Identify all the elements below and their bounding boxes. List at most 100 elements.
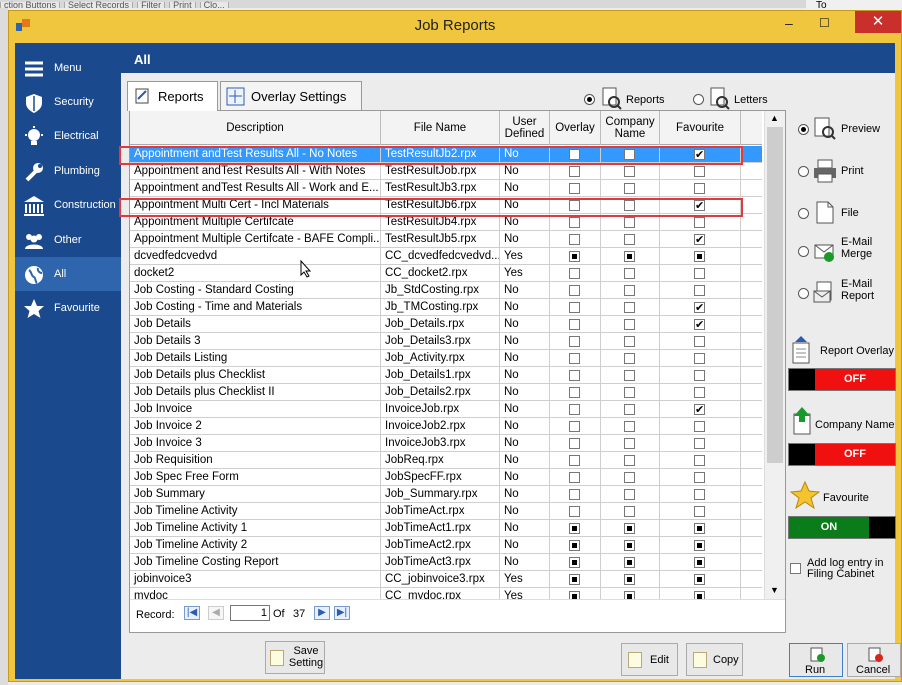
company-name-checkbox[interactable] [624, 268, 635, 279]
overlay-checkbox[interactable] [569, 200, 580, 211]
reports-radio[interactable] [584, 94, 595, 105]
table-row[interactable]: dcvedfedcvedvd CC_dcvedfedcvedvd... Yes [130, 248, 762, 265]
edit-button[interactable]: Edit [621, 643, 678, 676]
column-header-description[interactable]: Description [130, 111, 381, 145]
sidebar-item-electrical[interactable]: Electrical [15, 119, 121, 153]
company-name-checkbox[interactable] [624, 404, 635, 415]
table-row[interactable]: Appointment andTest Results All - Work a… [130, 180, 762, 197]
overlay-checkbox[interactable] [569, 404, 580, 415]
overlay-checkbox[interactable] [569, 523, 580, 534]
overlay-checkbox[interactable] [569, 540, 580, 551]
run-button[interactable]: Run [789, 643, 843, 677]
company-name-checkbox[interactable] [624, 302, 635, 313]
company-name-checkbox[interactable] [624, 472, 635, 483]
overlay-checkbox[interactable] [569, 183, 580, 194]
sidebar-item-menu[interactable]: Menu [15, 51, 121, 85]
tab-reports[interactable]: Reports [127, 81, 218, 111]
company-name-checkbox[interactable] [624, 183, 635, 194]
overlay-checkbox[interactable] [569, 268, 580, 279]
table-row[interactable]: Job Details 3 Job_Details3.rpx No [130, 333, 762, 350]
table-row[interactable]: Job Costing - Standard Costing Jb_StdCost… [130, 282, 762, 299]
company-name-checkbox[interactable] [624, 387, 635, 398]
favourite-checkbox[interactable] [694, 336, 705, 347]
save-setting-button[interactable]: Save Setting [265, 641, 325, 674]
sidebar-item-favourite[interactable]: Favourite [15, 291, 121, 325]
output-radio[interactable] [798, 288, 809, 299]
company-name-checkbox[interactable] [624, 370, 635, 381]
favourite-checkbox[interactable] [694, 421, 705, 432]
overlay-checkbox[interactable] [569, 455, 580, 466]
table-row[interactable]: Appointment andTest Results All - With N… [130, 163, 762, 180]
table-row[interactable]: jobinvoice3 CC_jobinvoice3.rpx Yes [130, 571, 762, 588]
table-row[interactable]: Job Details plus Checklist II Job_Details… [130, 384, 762, 401]
overlay-checkbox[interactable] [569, 285, 580, 296]
company-name-checkbox[interactable] [624, 489, 635, 500]
record-number-input[interactable]: 1 [230, 605, 270, 621]
prev-record-button[interactable]: ◀ [208, 606, 224, 620]
overlay-checkbox[interactable] [569, 438, 580, 449]
overlay-checkbox[interactable] [569, 353, 580, 364]
table-row[interactable]: Job Details plus Checklist Job_Details1.r… [130, 367, 762, 384]
favourite-checkbox[interactable] [694, 268, 705, 279]
favourite-checkbox[interactable] [694, 285, 705, 296]
company-name-checkbox[interactable] [624, 353, 635, 364]
output-radio[interactable] [798, 124, 809, 135]
first-record-button[interactable]: |◀ [184, 606, 200, 620]
favourite-checkbox[interactable] [694, 353, 705, 364]
sidebar-item-plumbing[interactable]: Plumbing [15, 154, 121, 188]
overlay-checkbox[interactable] [569, 149, 580, 160]
minimize-button[interactable]: – [785, 15, 793, 31]
overlay-checkbox[interactable] [569, 370, 580, 381]
grid-scrollbar[interactable]: ▲ ▼ [764, 111, 785, 599]
favourite-checkbox[interactable] [694, 147, 705, 163]
favourite-toggle[interactable]: ON [788, 516, 896, 539]
favourite-checkbox[interactable] [694, 370, 705, 381]
favourite-checkbox[interactable] [694, 217, 705, 228]
overlay-checkbox[interactable] [569, 251, 580, 262]
company-name-checkbox[interactable] [624, 319, 635, 330]
company-name-checkbox[interactable] [624, 540, 635, 551]
favourite-checkbox[interactable] [694, 557, 705, 568]
log-entry-checkbox[interactable] [790, 563, 801, 574]
company-name-checkbox[interactable] [624, 557, 635, 568]
company-name-checkbox[interactable] [624, 574, 635, 585]
overlay-checkbox[interactable] [569, 387, 580, 398]
table-row[interactable]: Job Requisition JobReq.rpx No [130, 452, 762, 469]
column-header-favourite[interactable]: Favourite [660, 111, 741, 145]
company-name-toggle[interactable]: OFF [788, 443, 896, 466]
cancel-button[interactable]: Cancel [847, 643, 901, 677]
table-row[interactable]: Appointment andTest Results All - No Not… [130, 146, 762, 163]
table-row[interactable]: Job Spec Free Form JobSpecFF.rpx No [130, 469, 762, 486]
favourite-checkbox[interactable] [694, 455, 705, 466]
overlay-checkbox[interactable] [569, 506, 580, 517]
table-row[interactable]: Appointment Multiple Certifcate - BAFE C… [130, 231, 762, 248]
favourite-checkbox[interactable] [694, 402, 705, 418]
favourite-checkbox[interactable] [694, 251, 705, 262]
sidebar-item-all[interactable]: All [15, 257, 121, 291]
table-row[interactable]: Job Details Job_Details.rpx No [130, 316, 762, 333]
company-name-checkbox[interactable] [624, 285, 635, 296]
favourite-checkbox[interactable] [694, 232, 705, 248]
table-row[interactable]: Job Timeline Activity 2 JobTimeAct2.rpx No [130, 537, 762, 554]
favourite-checkbox[interactable] [694, 506, 705, 517]
scroll-up-icon[interactable]: ▲ [770, 113, 779, 123]
output-radio[interactable] [798, 246, 809, 257]
table-row[interactable]: Job Timeline Activity 1 JobTimeAct1.rpx No [130, 520, 762, 537]
overlay-checkbox[interactable] [569, 489, 580, 500]
table-row[interactable]: docket2 CC_docket2.rpx Yes [130, 265, 762, 282]
scroll-down-icon[interactable]: ▼ [770, 585, 779, 595]
output-radio[interactable] [798, 208, 809, 219]
last-record-button[interactable]: ▶| [334, 606, 350, 620]
overlay-checkbox[interactable] [569, 166, 580, 177]
column-header-company-name[interactable]: Company Name [601, 111, 660, 145]
overlay-checkbox[interactable] [569, 557, 580, 568]
table-row[interactable]: Appointment Multiple Certifcate TestResul… [130, 214, 762, 231]
favourite-checkbox[interactable] [694, 472, 705, 483]
table-row[interactable]: Job Timeline Costing Report JobTimeAct3.r… [130, 554, 762, 571]
favourite-checkbox[interactable] [694, 438, 705, 449]
column-header-user-defined[interactable]: User Defined [500, 111, 550, 145]
column-header-overlay[interactable]: Overlay [550, 111, 601, 145]
company-name-checkbox[interactable] [624, 200, 635, 211]
sidebar-item-construction[interactable]: Construction [15, 188, 121, 222]
table-row[interactable]: Job Invoice 3 InvoiceJob3.rpx No [130, 435, 762, 452]
